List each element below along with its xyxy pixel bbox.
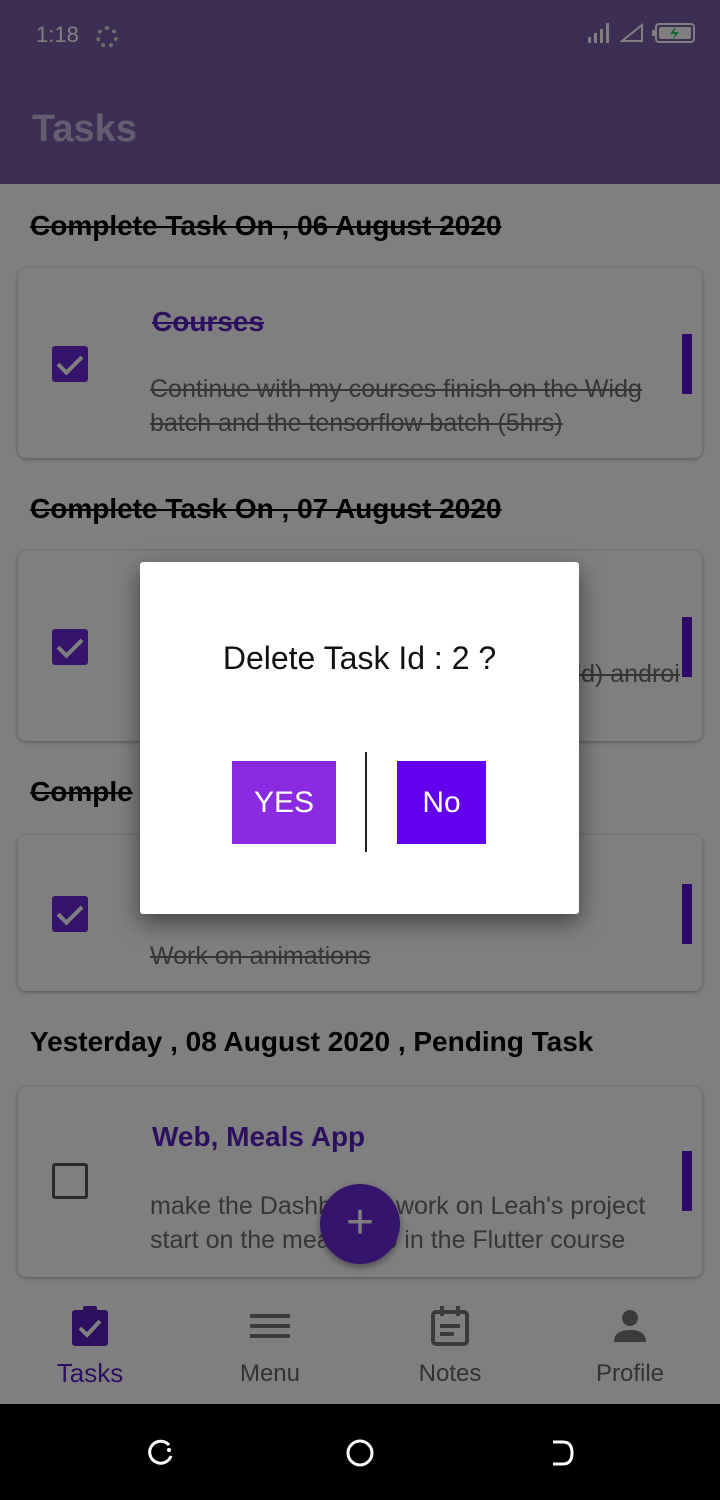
no-button[interactable]: No (397, 761, 486, 844)
delete-confirm-dialog: Delete Task Id : 2 ? YES No (140, 562, 579, 914)
back-icon[interactable] (545, 1438, 575, 1468)
recent-apps-icon[interactable] (145, 1438, 175, 1468)
system-navigation-bar (0, 1404, 720, 1500)
dialog-message: Delete Task Id : 2 ? (222, 640, 497, 676)
home-icon[interactable] (345, 1438, 375, 1468)
dialog-divider (365, 752, 367, 852)
yes-button[interactable]: YES (232, 761, 336, 844)
